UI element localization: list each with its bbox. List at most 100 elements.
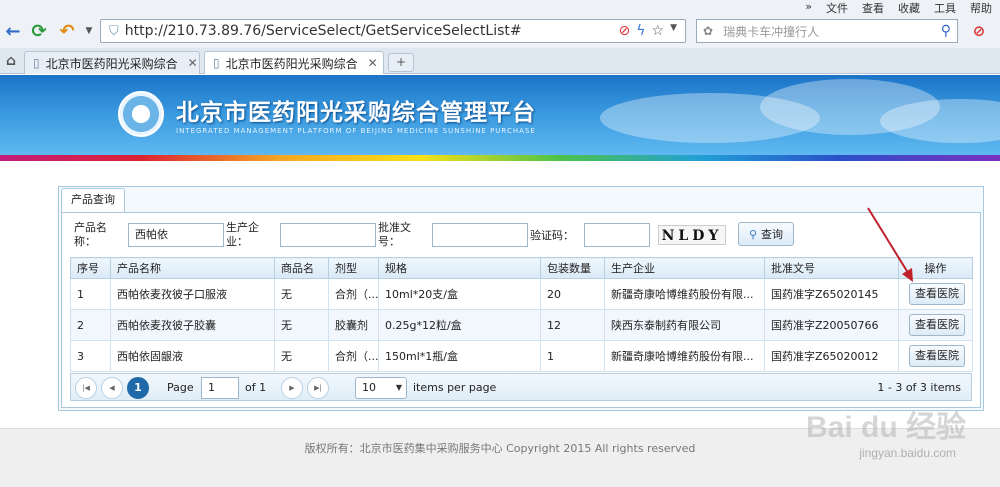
product-name-label: 产品名称： [74, 221, 107, 248]
table-row: 3 西帕依固龈液 无 合剂（... 150ml*1瓶/盒 1 新疆奇康哈博维药股… [70, 340, 973, 372]
cell-approval: 国药准字Z65020145 [764, 278, 899, 310]
watermark-site: jingyan.baidu.com [859, 446, 956, 460]
manufacturer-input[interactable] [280, 223, 376, 247]
page-input[interactable]: 1 [201, 377, 239, 399]
back-icon[interactable]: ← [2, 20, 24, 42]
view-hospitals-button[interactable]: 查看医院 [909, 314, 965, 336]
last-page-icon[interactable]: ▶| [307, 377, 329, 399]
column-header[interactable]: 剂型 [328, 257, 379, 279]
paw-icon: ✿ [703, 24, 714, 38]
query-button[interactable]: ⚲ 查询 [738, 222, 794, 246]
search-input[interactable]: ✿ 瑞典卡车冲撞行人 ⚲ [696, 19, 958, 43]
address-bar-row: ← ⟳ ↶ ▼ ⛉ http://210.73.89.76/ServiceSel… [0, 14, 1000, 48]
captcha-label: 验证码： [530, 229, 574, 242]
cell-no: 3 [70, 340, 111, 372]
cell-trade-name: 无 [274, 278, 329, 310]
approval-number-label: 批准文号： [378, 221, 411, 248]
lightning-icon[interactable]: ϟ [636, 23, 645, 39]
product-name-input[interactable]: 西帕依 [128, 223, 224, 247]
chevron-down-icon[interactable]: ▼ [78, 20, 100, 42]
prev-page-icon[interactable]: ◀ [101, 377, 123, 399]
query-panel: 产品查询 产品名称： 西帕依 生产企业： 批准文号： 验证码： NLDY ⚲ 查… [58, 186, 984, 411]
panel-body: 产品名称： 西帕依 生产企业： 批准文号： 验证码： NLDY ⚲ 查询 序号 … [61, 212, 981, 408]
per-page-select[interactable]: 10 ▼ [355, 377, 407, 399]
cell-trade-name: 无 [274, 340, 329, 372]
page-icon: ▯ [33, 56, 40, 70]
cell-approval: 国药准字Z65020012 [764, 340, 899, 372]
refresh-icon[interactable]: ⟳ [28, 20, 50, 42]
current-page-button[interactable]: 1 [127, 377, 149, 399]
column-header: 操作 [898, 257, 973, 279]
site-banner: 北京市医药阳光采购综合管理平台 INTEGRATED MANAGEMENT PL… [0, 75, 1000, 155]
tab-product-query[interactable]: 产品查询 [61, 188, 125, 212]
product-table: 序号 产品名称 商品名 剂型 规格 包装数量 生产企业 批准文号 操作 1 西帕… [70, 257, 973, 372]
cell-product-name: 西帕依麦孜彼子胶囊 [110, 309, 275, 341]
captcha-input[interactable] [584, 223, 650, 247]
site-subtitle: INTEGRATED MANAGEMENT PLATFORM OF BEIJIN… [176, 127, 536, 135]
cell-action: 查看医院 [898, 340, 973, 372]
search-placeholder: 瑞典卡车冲撞行人 [723, 24, 820, 39]
search-icon: ⚲ [748, 227, 758, 241]
column-header[interactable]: 生产企业 [604, 257, 765, 279]
cell-dosage-form: 合剂（... [328, 278, 379, 310]
query-form: 产品名称： 西帕依 生产企业： 批准文号： 验证码： NLDY ⚲ 查询 [70, 219, 970, 253]
adblock-icon[interactable]: ⊘ [968, 20, 990, 42]
cell-manufacturer: 陕西东泰制药有限公司 [604, 309, 765, 341]
tab-title: 北京市医药阳光采购综合 [225, 56, 358, 71]
cell-product-name: 西帕依固龈液 [110, 340, 275, 372]
cell-manufacturer: 新疆奇康哈博维药股份有限... [604, 278, 765, 310]
star-icon[interactable]: ☆ [652, 23, 665, 39]
home-icon[interactable]: ⌂ [0, 50, 22, 72]
first-page-icon[interactable]: |◀ [75, 377, 97, 399]
column-header[interactable]: 规格 [378, 257, 541, 279]
tab-title: 北京市医药阳光采购综合 [45, 56, 178, 71]
cell-dosage-form: 胶囊剂 [328, 309, 379, 341]
cell-spec: 0.25g*12粒/盒 [378, 309, 541, 341]
next-page-icon[interactable]: ▶ [281, 377, 303, 399]
baidu-watermark: Bai du 经验 jingyan.baidu.com [746, 400, 986, 486]
url-text: http://210.73.89.76/ServiceSelect/GetSer… [124, 23, 522, 39]
view-hospitals-button[interactable]: 查看医院 [909, 283, 965, 305]
view-hospitals-button[interactable]: 查看医院 [909, 345, 965, 367]
dropdown-icon[interactable]: ▼ [670, 23, 677, 39]
items-summary: 1 - 3 of 3 items [877, 381, 961, 394]
browser-menubar: » 文件 查看 收藏 工具 帮助 [0, 0, 1000, 15]
cell-pack-qty: 12 [540, 309, 605, 341]
close-icon[interactable]: ✕ [188, 56, 198, 70]
cell-product-name: 西帕依麦孜彼子口服液 [110, 278, 275, 310]
site-logo [118, 91, 164, 137]
page-label: Page [167, 381, 194, 394]
new-tab-button[interactable]: + [388, 53, 414, 72]
cell-action: 查看医院 [898, 278, 973, 310]
search-icon[interactable]: ⚲ [941, 23, 951, 39]
column-header[interactable]: 批准文号 [764, 257, 899, 279]
per-page-value: 10 [362, 381, 376, 394]
site-title: 北京市医药阳光采购综合管理平台 [176, 100, 536, 126]
cell-dosage-form: 合剂（... [328, 340, 379, 372]
cell-pack-qty: 1 [540, 340, 605, 372]
column-header[interactable]: 产品名称 [110, 257, 275, 279]
per-page-label: items per page [413, 381, 497, 394]
cell-pack-qty: 20 [540, 278, 605, 310]
block-icon[interactable]: ⊘ [619, 23, 631, 39]
browser-tab-1[interactable]: ▯ 北京市医药阳光采购综合 ✕ [24, 51, 200, 74]
browser-tab-2[interactable]: ▯ 北京市医药阳光采购综合 ✕ [204, 51, 384, 74]
undo-icon[interactable]: ↶ [56, 20, 78, 42]
close-icon[interactable]: ✕ [368, 56, 378, 70]
manufacturer-label: 生产企业： [226, 221, 259, 248]
cell-no: 2 [70, 309, 111, 341]
table-row: 2 西帕依麦孜彼子胶囊 无 胶囊剂 0.25g*12粒/盒 12 陕西东泰制药有… [70, 309, 973, 341]
cell-spec: 10ml*20支/盒 [378, 278, 541, 310]
table-header-row: 序号 产品名称 商品名 剂型 规格 包装数量 生产企业 批准文号 操作 [70, 257, 973, 279]
column-header[interactable]: 序号 [70, 257, 111, 279]
cell-no: 1 [70, 278, 111, 310]
page-icon: ▯ [213, 56, 220, 70]
table-row: 1 西帕依麦孜彼子口服液 无 合剂（... 10ml*20支/盒 20 新疆奇康… [70, 278, 973, 310]
cell-approval: 国药准字Z20050766 [764, 309, 899, 341]
column-header[interactable]: 包装数量 [540, 257, 605, 279]
approval-number-input[interactable] [432, 223, 528, 247]
column-header[interactable]: 商品名 [274, 257, 329, 279]
captcha-image[interactable]: NLDY [658, 225, 726, 245]
tab-strip: ⌂ ▯ 北京市医药阳光采购综合 ✕ ▯ 北京市医药阳光采购综合 ✕ + [0, 48, 1000, 74]
url-field[interactable]: ⛉ http://210.73.89.76/ServiceSelect/GetS… [100, 19, 686, 43]
